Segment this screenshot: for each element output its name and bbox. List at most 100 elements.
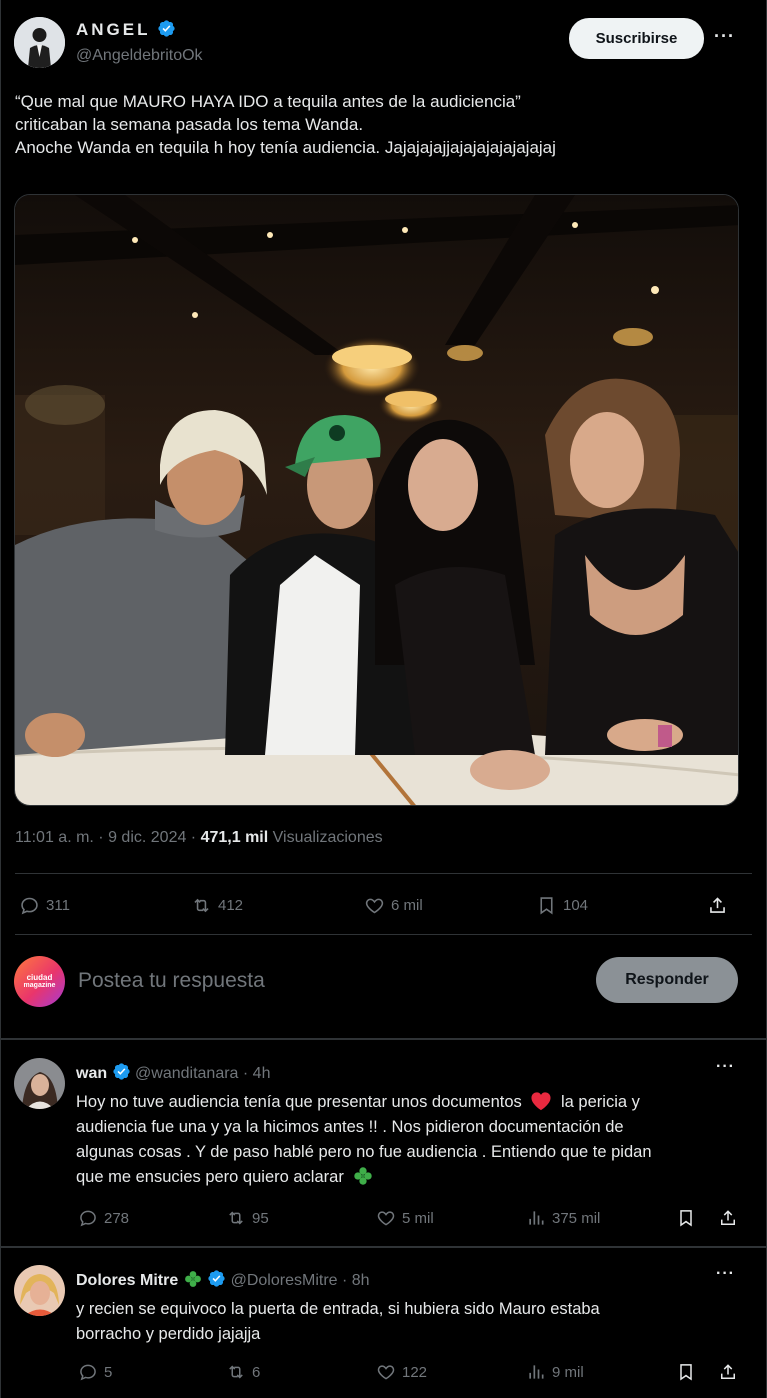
clover-icon [354, 1167, 373, 1185]
reply-text-segment: la pericia y [561, 1093, 640, 1111]
bookmark-button[interactable] [676, 1362, 696, 1382]
tweet-text: “Que mal que MAURO HAYA IDO a tequila an… [15, 90, 755, 159]
subscribe-button[interactable]: Suscribirse [569, 18, 704, 59]
views-count: 471,1 mil [200, 829, 269, 846]
author-name-row: ANGEL [76, 19, 176, 40]
reply-text-line: audiencia fue una y ya la hicimos antes … [76, 1118, 624, 1136]
like-button[interactable]: 6 mil [364, 895, 423, 916]
bookmark-button[interactable] [676, 1208, 696, 1228]
reply-count: 5 [104, 1363, 113, 1381]
share-button[interactable] [718, 1362, 738, 1382]
divider [1, 1246, 766, 1248]
like-count: 122 [402, 1363, 428, 1381]
repost-icon [229, 1211, 243, 1225]
tweet-text-line: “Que mal que MAURO HAYA IDO a tequila an… [15, 92, 521, 111]
reply-avatar[interactable] [14, 1058, 65, 1109]
share-icon [721, 1210, 735, 1225]
repost-count: 6 [252, 1363, 261, 1381]
reply-age[interactable]: · 8h [342, 1272, 370, 1289]
reply-text-line: borracho y perdido jajajja [76, 1325, 261, 1343]
compose-avatar[interactable]: ciudad magazine [14, 956, 65, 1007]
reply-author-name[interactable]: Dolores Mitre [76, 1272, 178, 1289]
bookmark-icon [680, 1210, 692, 1227]
reply-text: y recien se equivoco la puerta de entrad… [76, 1297, 746, 1347]
share-button[interactable] [707, 895, 728, 916]
heart-icon [377, 1365, 395, 1380]
reply-text-line: algunas cosas . Y de paso hablé pero no … [76, 1143, 652, 1161]
author-handle[interactable]: @AngeldebritoOk [76, 47, 203, 65]
reply-icon [21, 897, 38, 914]
share-button[interactable] [718, 1208, 738, 1228]
share-icon [721, 1364, 735, 1379]
compose-avatar-text: ciudad [26, 973, 53, 982]
reply-submit-button[interactable]: Responder [596, 957, 738, 1003]
repost-count: 412 [218, 896, 244, 914]
tweet-action-bar: 311 412 6 mil 104 [19, 890, 739, 920]
author-avatar[interactable] [14, 17, 65, 68]
views-count: 375 mil [552, 1209, 601, 1227]
reply-header: wan @wanditanara · 4h [76, 1062, 270, 1083]
views-chart-icon [529, 1365, 544, 1379]
bookmark-count: 104 [563, 896, 589, 914]
more-options-icon[interactable]: ··· [714, 26, 735, 47]
reply-more-icon[interactable]: ··· [716, 1265, 735, 1283]
reply-input[interactable]: Postea tu respuesta [78, 969, 265, 993]
views-button[interactable]: 375 mil [526, 1208, 600, 1228]
reply-text-line: y recien se equivoco la puerta de entrad… [76, 1300, 600, 1318]
tweet-text-line: criticaban la semana pasada los tema Wan… [15, 115, 364, 134]
share-icon [710, 896, 725, 913]
heart-icon [377, 1211, 395, 1226]
verified-badge-icon [208, 1270, 225, 1287]
reply-button[interactable]: 278 [78, 1208, 129, 1228]
like-button[interactable]: 122 [376, 1362, 427, 1382]
reply-text: Hoy no tuve audiencia tenía que presenta… [76, 1090, 746, 1190]
reply-icon [80, 1210, 96, 1227]
repost-button[interactable]: 6 [226, 1362, 260, 1382]
reply-age[interactable]: · 4h [243, 1065, 271, 1082]
repost-count: 95 [252, 1209, 269, 1227]
red-heart-icon [531, 1092, 551, 1111]
bookmark-button[interactable]: 104 [536, 895, 588, 916]
reply-action-bar: 5 6 122 9 mil [78, 1362, 743, 1386]
verified-badge-icon [158, 20, 175, 37]
reply-text-line: que me ensucies pero quiero aclarar [76, 1165, 746, 1190]
divider [15, 934, 752, 935]
reply-count: 278 [104, 1209, 130, 1227]
compose-avatar-text: magazine [23, 982, 56, 989]
repost-button[interactable]: 95 [226, 1208, 269, 1228]
views-button[interactable]: 9 mil [526, 1362, 584, 1382]
reply-author-handle[interactable]: @DoloresMitre [231, 1272, 338, 1289]
tweet-meta: 11:01 a. m. · 9 dic. 2024 · 471,1 mil Vi… [15, 829, 383, 847]
tweet-photo[interactable] [14, 194, 739, 806]
heart-icon [365, 898, 384, 913]
like-button[interactable]: 5 mil [376, 1208, 434, 1228]
tweet-frame: ANGEL @AngeldebritoOk Suscribirse ··· “Q… [0, 0, 767, 1398]
reply-button[interactable]: 311 [19, 895, 70, 916]
reply-author-name[interactable]: wan [76, 1065, 107, 1082]
bookmark-icon [680, 1364, 692, 1381]
views-count: 9 mil [552, 1363, 584, 1381]
divider [1, 1038, 766, 1040]
repost-button[interactable]: 412 [191, 895, 243, 916]
reply-count: 311 [46, 896, 70, 914]
reply-text-line: Hoy no tuve audiencia tenía que presenta… [76, 1090, 746, 1115]
reply-text-segment: Hoy no tuve audiencia tenía que presenta… [76, 1093, 522, 1111]
reply-avatar[interactable] [14, 1265, 65, 1316]
reply-icon [80, 1364, 96, 1381]
reply-header: Dolores Mitre @DoloresMitre · 8h [76, 1269, 370, 1290]
repost-icon [229, 1365, 243, 1379]
reply-author-handle[interactable]: @wanditanara [135, 1065, 238, 1082]
tweet-text-line: Anoche Wanda en tequila h hoy tenía audi… [15, 138, 556, 157]
repost-icon [194, 898, 209, 912]
author-name[interactable]: ANGEL [76, 20, 151, 39]
views-label: Visualizaciones [268, 829, 383, 846]
tweet-time[interactable]: 11:01 a. m. · 9 dic. 2024 · [15, 829, 201, 846]
divider [15, 873, 752, 874]
clover-icon [184, 1271, 201, 1287]
reply-button[interactable]: 5 [78, 1362, 112, 1382]
reply-action-bar: 278 95 5 mil 375 mil [78, 1208, 743, 1232]
views-chart-icon [529, 1211, 544, 1225]
like-count: 6 mil [391, 896, 423, 914]
like-count: 5 mil [402, 1209, 434, 1227]
reply-more-icon[interactable]: ··· [716, 1058, 735, 1076]
